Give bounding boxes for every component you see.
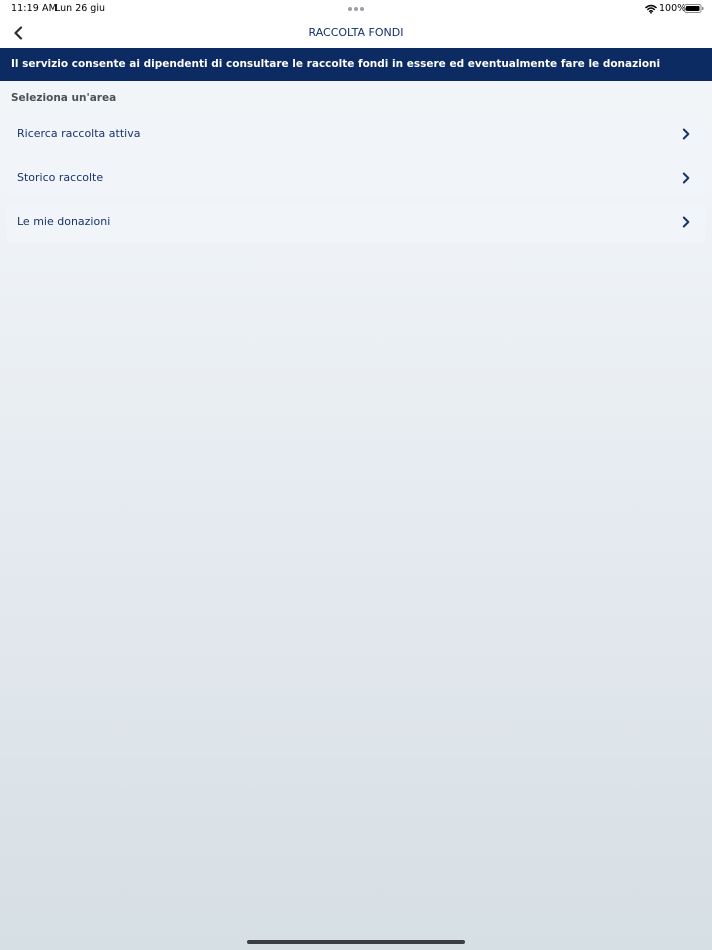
battery-percentage: 100%	[659, 3, 687, 14]
dot	[354, 7, 358, 11]
dot	[348, 7, 352, 11]
menu-item-label: Le mie donazioni	[17, 215, 111, 228]
status-date: Lun 26 giu	[55, 3, 105, 14]
menu-item-label: Ricerca raccolta attiva	[17, 127, 141, 140]
dot	[360, 7, 364, 11]
wifi-icon	[645, 4, 657, 14]
chevron-right-icon	[682, 128, 690, 140]
banner-text: Il servizio consente ai dipendenti di co…	[11, 58, 661, 70]
battery-icon	[684, 4, 704, 13]
more-dots-icon[interactable]	[348, 7, 364, 11]
navigation-bar: RACCOLTA FONDI	[0, 18, 712, 48]
chevron-right-icon	[682, 216, 690, 228]
menu-item-label: Storico raccolte	[17, 171, 104, 184]
menu-item-storico-raccolte[interactable]: Storico raccolte	[7, 158, 705, 198]
menu-item-le-mie-donazioni[interactable]: Le mie donazioni	[7, 202, 705, 242]
info-banner: Il servizio consente ai dipendenti di co…	[0, 48, 712, 81]
chevron-right-icon	[682, 172, 690, 184]
status-time: 11:19 AM	[11, 3, 57, 14]
home-indicator[interactable]	[247, 940, 465, 944]
page-title: RACCOLTA FONDI	[308, 26, 404, 39]
menu-item-ricerca-raccolta-attiva[interactable]: Ricerca raccolta attiva	[7, 114, 705, 154]
status-bar: 11:19 AM Lun 26 giu 100%	[0, 0, 712, 18]
section-label: Seleziona un'area	[11, 92, 117, 104]
